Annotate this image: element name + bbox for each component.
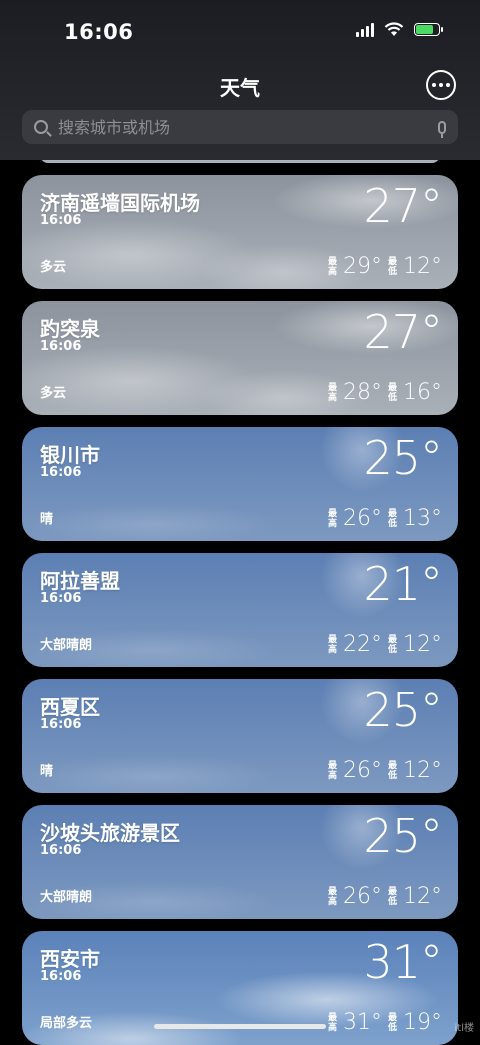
- low-temp: 12°: [403, 758, 442, 783]
- status-bar: 16:06: [0, 0, 480, 64]
- high-temp: 31°: [343, 1010, 382, 1035]
- city-name: 西安市: [40, 947, 100, 971]
- low-label: 最低: [388, 508, 398, 529]
- high-temp: 26°: [343, 758, 382, 783]
- city-card[interactable]: 济南遥墙国际机场 16:06 多云 27° 最高 29° 最低 12°: [22, 175, 458, 289]
- more-dot: [446, 83, 450, 87]
- more-dot: [439, 83, 443, 87]
- microphone-icon[interactable]: [438, 120, 446, 138]
- city-name: 银川市: [40, 443, 100, 467]
- search-icon: [34, 120, 48, 134]
- low-label: 最低: [388, 256, 398, 277]
- status-icons: [356, 22, 443, 37]
- city-local-time: 16:06: [40, 213, 82, 228]
- low-label: 最低: [388, 760, 398, 781]
- weather-condition: 大部晴朗: [40, 890, 93, 905]
- search-bar[interactable]: [22, 110, 458, 144]
- top-bar: 16:06 天气: [0, 0, 480, 160]
- more-dot: [432, 83, 436, 87]
- high-temp: 26°: [343, 506, 382, 531]
- high-label: 最高: [328, 256, 338, 277]
- home-indicator[interactable]: [154, 1024, 326, 1029]
- high-low-temps: 最高 28° 最低 16°: [328, 380, 442, 405]
- wifi-icon: [384, 22, 404, 36]
- current-temperature: 27°: [363, 305, 443, 359]
- high-label: 最高: [328, 508, 338, 529]
- high-low-temps: 最高 29° 最低 12°: [328, 254, 442, 279]
- weather-condition: 晴: [40, 764, 54, 779]
- high-label: 最高: [328, 886, 338, 907]
- high-label: 最高: [328, 634, 338, 655]
- low-temp: 13°: [403, 506, 442, 531]
- low-temp: 16°: [403, 380, 442, 405]
- high-temp: 26°: [343, 884, 382, 909]
- high-low-temps: 最高 26° 最低 13°: [328, 506, 442, 531]
- current-temperature: 21°: [363, 557, 443, 611]
- current-temperature: 25°: [363, 683, 443, 737]
- city-name: 沙坡头旅游景区: [40, 821, 180, 845]
- high-low-temps: 最高 31° 最低 19°: [328, 1010, 442, 1035]
- low-temp: 12°: [403, 254, 442, 279]
- high-label: 最高: [328, 760, 338, 781]
- city-local-time: 16:06: [40, 843, 82, 858]
- high-temp: 28°: [343, 380, 382, 405]
- battery-level: [416, 25, 433, 34]
- high-temp: 22°: [343, 632, 382, 657]
- city-card[interactable]: 西夏区 16:06 晴 25° 最高 26° 最低 12°: [22, 679, 458, 793]
- high-low-temps: 最高 22° 最低 12°: [328, 632, 442, 657]
- current-temperature: 25°: [363, 431, 443, 485]
- cellular-signal-icon: [356, 22, 374, 37]
- low-label: 最低: [388, 382, 398, 403]
- current-temperature: 25°: [363, 809, 443, 863]
- city-local-time: 16:06: [40, 339, 82, 354]
- weather-condition: 大部晴朗: [40, 638, 93, 653]
- page-title: 天气: [220, 76, 260, 100]
- city-local-time: 16:06: [40, 717, 82, 732]
- low-temp: 12°: [403, 632, 442, 657]
- status-time: 16:06: [64, 20, 134, 44]
- weather-condition: 多云: [40, 386, 67, 401]
- low-label: 最低: [388, 1012, 398, 1033]
- city-local-time: 16:06: [40, 969, 82, 984]
- city-card[interactable]: 沙坡头旅游景区 16:06 大部晴朗 25° 最高 26° 最低 12°: [22, 805, 458, 919]
- city-name: 济南遥墙国际机场: [40, 191, 200, 215]
- high-temp: 29°: [343, 254, 382, 279]
- low-temp: 12°: [403, 884, 442, 909]
- search-input[interactable]: [56, 116, 438, 138]
- more-options-button[interactable]: [426, 70, 456, 100]
- high-low-temps: 最高 26° 最低 12°: [328, 884, 442, 909]
- low-temp: 19°: [403, 1010, 442, 1035]
- watermark: itl楼: [454, 1023, 474, 1034]
- current-temperature: 31°: [363, 935, 443, 989]
- weather-condition: 晴: [40, 512, 54, 527]
- city-card[interactable]: 阿拉善盟 16:06 大部晴朗 21° 最高 22° 最低 12°: [22, 553, 458, 667]
- city-local-time: 16:06: [40, 465, 82, 480]
- high-label: 最高: [328, 382, 338, 403]
- current-temperature: 27°: [363, 179, 443, 233]
- city-name: 阿拉善盟: [40, 569, 120, 593]
- low-label: 最低: [388, 886, 398, 907]
- city-card[interactable]: 银川市 16:06 晴 25° 最高 26° 最低 13°: [22, 427, 458, 541]
- city-name: 趵突泉: [40, 317, 100, 341]
- weather-condition: 多云: [40, 260, 67, 275]
- battery-icon: [414, 23, 443, 36]
- high-low-temps: 最高 26° 最低 12°: [328, 758, 442, 783]
- weather-condition: 局部多云: [40, 1016, 93, 1031]
- city-card[interactable]: 趵突泉 16:06 多云 27° 最高 28° 最低 16°: [22, 301, 458, 415]
- city-local-time: 16:06: [40, 591, 82, 606]
- city-name: 西夏区: [40, 695, 100, 719]
- high-label: 最高: [328, 1012, 338, 1033]
- low-label: 最低: [388, 634, 398, 655]
